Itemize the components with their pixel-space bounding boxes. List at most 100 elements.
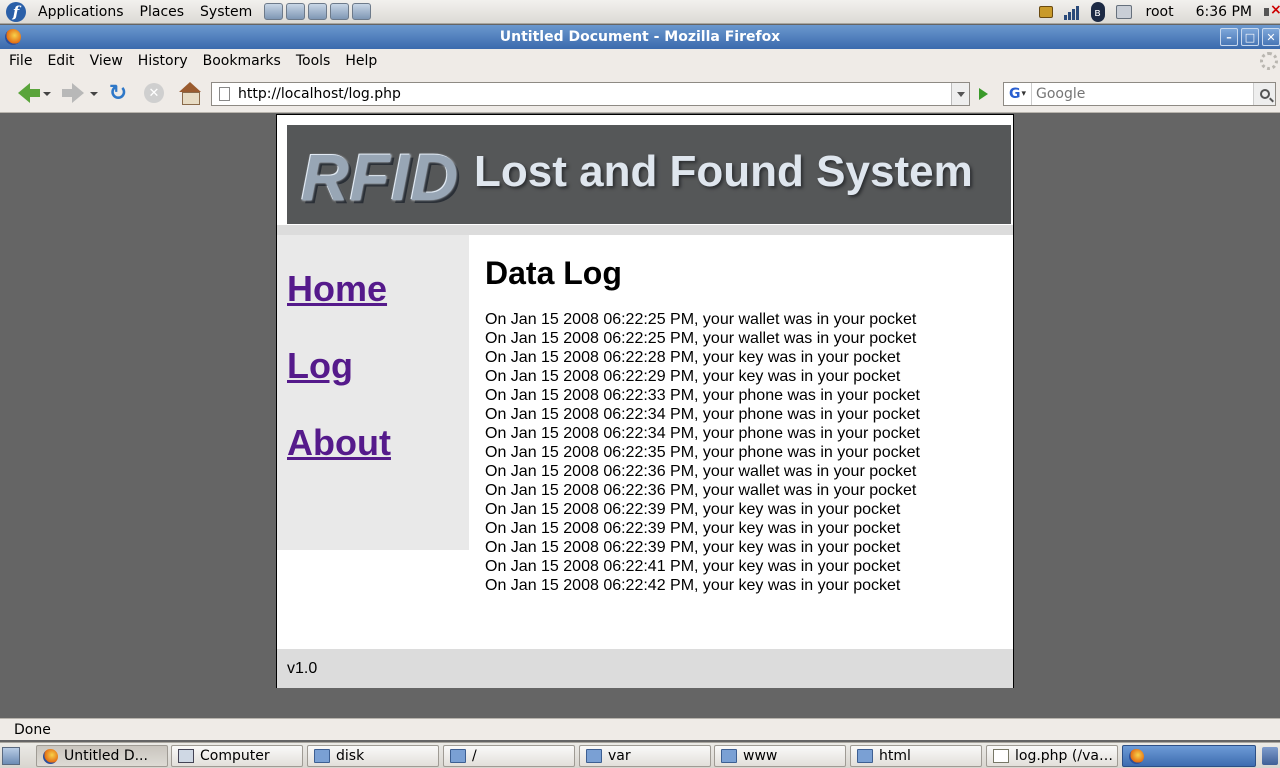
writer-launcher-icon[interactable] xyxy=(308,3,328,20)
reload-icon: ↻ xyxy=(108,80,128,106)
home-icon xyxy=(179,82,201,105)
calc-launcher-icon[interactable] xyxy=(352,3,372,20)
panel-menu-system[interactable]: System xyxy=(196,4,256,20)
computer-icon xyxy=(178,749,194,763)
menu-help[interactable]: Help xyxy=(339,53,383,69)
volume-muted-icon[interactable] xyxy=(1262,2,1280,20)
forward-arrow-icon xyxy=(62,83,84,103)
menu-bookmarks[interactable]: Bookmarks xyxy=(197,53,287,69)
taskbar-button-label: www xyxy=(743,748,778,764)
status-bar: Done xyxy=(0,718,1280,740)
user-name[interactable]: root xyxy=(1146,4,1174,20)
forward-button[interactable] xyxy=(58,80,86,106)
log-entry: On Jan 15 2008 06:22:42 PM, your key was… xyxy=(485,577,901,594)
reload-button[interactable]: ↻ xyxy=(104,80,132,106)
show-desktop-icon[interactable] xyxy=(2,747,20,765)
google-engine-icon[interactable]: G xyxy=(1004,83,1032,105)
taskbar-button[interactable]: disk xyxy=(307,745,439,767)
folder-icon xyxy=(586,749,602,763)
folder-icon xyxy=(450,749,466,763)
taskbar-button-label: disk xyxy=(336,748,365,764)
menu-edit[interactable]: Edit xyxy=(41,53,80,69)
menu-history[interactable]: History xyxy=(132,53,194,69)
impress-launcher-icon[interactable] xyxy=(330,3,350,20)
log-entry: On Jan 15 2008 06:22:35 PM, your phone w… xyxy=(485,444,920,461)
workspace-switcher-icon[interactable] xyxy=(1262,747,1278,765)
log-entry: On Jan 15 2008 06:22:39 PM, your key was… xyxy=(485,520,901,537)
folder-icon xyxy=(857,749,873,763)
folder-icon xyxy=(314,749,330,763)
text-editor-icon xyxy=(993,749,1009,763)
firefox-icon xyxy=(43,748,58,764)
taskbar-button[interactable]: Untitled D... xyxy=(36,745,168,767)
page-footer: v1.0 xyxy=(277,649,1013,688)
taskbar-button[interactable]: Computer xyxy=(171,745,303,767)
window-title: Untitled Document - Mozilla Firefox xyxy=(499,29,781,45)
printer-icon[interactable] xyxy=(1114,3,1134,21)
update-notifier-icon[interactable] xyxy=(1036,3,1056,21)
taskbar-button[interactable]: www xyxy=(714,745,846,767)
bluetooth-icon[interactable]: ʙ xyxy=(1088,2,1108,22)
url-text[interactable]: http://localhost/log.php xyxy=(238,86,401,102)
back-button[interactable] xyxy=(10,80,40,106)
forward-history-dropdown[interactable] xyxy=(90,92,98,96)
banner-divider xyxy=(277,225,1013,235)
panel-menu-applications[interactable]: Applications xyxy=(34,4,128,20)
back-history-dropdown[interactable] xyxy=(43,92,51,96)
search-button[interactable] xyxy=(1253,83,1275,105)
close-button[interactable]: ✕ xyxy=(1262,28,1280,46)
search-bar: G xyxy=(1003,82,1276,106)
log-entry: On Jan 15 2008 06:22:25 PM, your wallet … xyxy=(485,330,917,347)
page-icon xyxy=(219,87,230,101)
navigation-toolbar: ↻ ✕ http://localhost/log.php G xyxy=(0,73,1280,113)
banner-title: Lost and Found System xyxy=(474,147,973,196)
log-entry: On Jan 15 2008 06:22:36 PM, your wallet … xyxy=(485,463,917,480)
taskbar: Untitled D... Computer disk / var www html log.… xyxy=(0,742,1280,768)
nav-link-log[interactable]: Log xyxy=(287,345,353,387)
nav-link-about[interactable]: About xyxy=(287,422,391,464)
log-entry: On Jan 15 2008 06:22:39 PM, your key was… xyxy=(485,539,901,556)
taskbar-button[interactable]: var xyxy=(579,745,711,767)
fedora-logo-icon[interactable]: f xyxy=(6,1,26,22)
log-entry: On Jan 15 2008 06:22:36 PM, your wallet … xyxy=(485,482,917,499)
top-panel: f Applications Places System ʙ root 6:36… xyxy=(0,0,1280,24)
banner-logo: RFID xyxy=(301,140,459,214)
network-signal-icon[interactable] xyxy=(1062,3,1082,21)
page-heading: Data Log xyxy=(485,255,622,291)
version-label: v1.0 xyxy=(287,659,318,677)
clock[interactable]: 6:36 PM xyxy=(1196,4,1252,20)
sidebar-nav: Home Log About xyxy=(277,235,469,550)
home-button[interactable] xyxy=(176,80,204,106)
taskbar-button-label: log.php (/var/... xyxy=(1015,748,1117,764)
taskbar-button[interactable]: / xyxy=(443,745,575,767)
throbber-icon xyxy=(1260,52,1278,70)
taskbar-button-label: Computer xyxy=(200,748,270,764)
search-input[interactable] xyxy=(1036,86,1246,102)
taskbar-button[interactable] xyxy=(1122,745,1256,767)
menu-file[interactable]: File xyxy=(3,53,38,69)
window-titlebar[interactable]: Untitled Document - Mozilla Firefox – □ … xyxy=(0,25,1280,49)
window-controls: – □ ✕ xyxy=(1220,28,1280,46)
folder-icon xyxy=(721,749,737,763)
menu-view[interactable]: View xyxy=(84,53,129,69)
panel-tray: ʙ root 6:36 PM xyxy=(1036,0,1280,24)
nav-link-home[interactable]: Home xyxy=(287,268,387,310)
url-history-dropdown[interactable] xyxy=(951,83,969,105)
url-bar[interactable]: http://localhost/log.php xyxy=(211,82,970,106)
mail-launcher-icon[interactable] xyxy=(286,3,306,20)
maximize-button[interactable]: □ xyxy=(1241,28,1259,46)
taskbar-button[interactable]: log.php (/var/... xyxy=(986,745,1118,767)
menu-tools[interactable]: Tools xyxy=(290,53,337,69)
stop-icon: ✕ xyxy=(144,83,164,103)
stop-button[interactable]: ✕ xyxy=(140,80,168,106)
log-entry: On Jan 15 2008 06:22:33 PM, your phone w… xyxy=(485,387,920,404)
firefox-window-icon[interactable] xyxy=(5,29,21,45)
panel-menu-places[interactable]: Places xyxy=(136,4,189,20)
minimize-button[interactable]: – xyxy=(1220,28,1238,46)
web-browser-launcher-icon[interactable] xyxy=(264,3,284,20)
taskbar-button[interactable]: html xyxy=(850,745,982,767)
browser-viewport: RFID Lost and Found System Home Log Abou… xyxy=(6,114,1274,718)
go-button[interactable] xyxy=(974,85,992,103)
log-entry: On Jan 15 2008 06:22:34 PM, your phone w… xyxy=(485,425,920,442)
back-arrow-icon xyxy=(18,83,40,103)
